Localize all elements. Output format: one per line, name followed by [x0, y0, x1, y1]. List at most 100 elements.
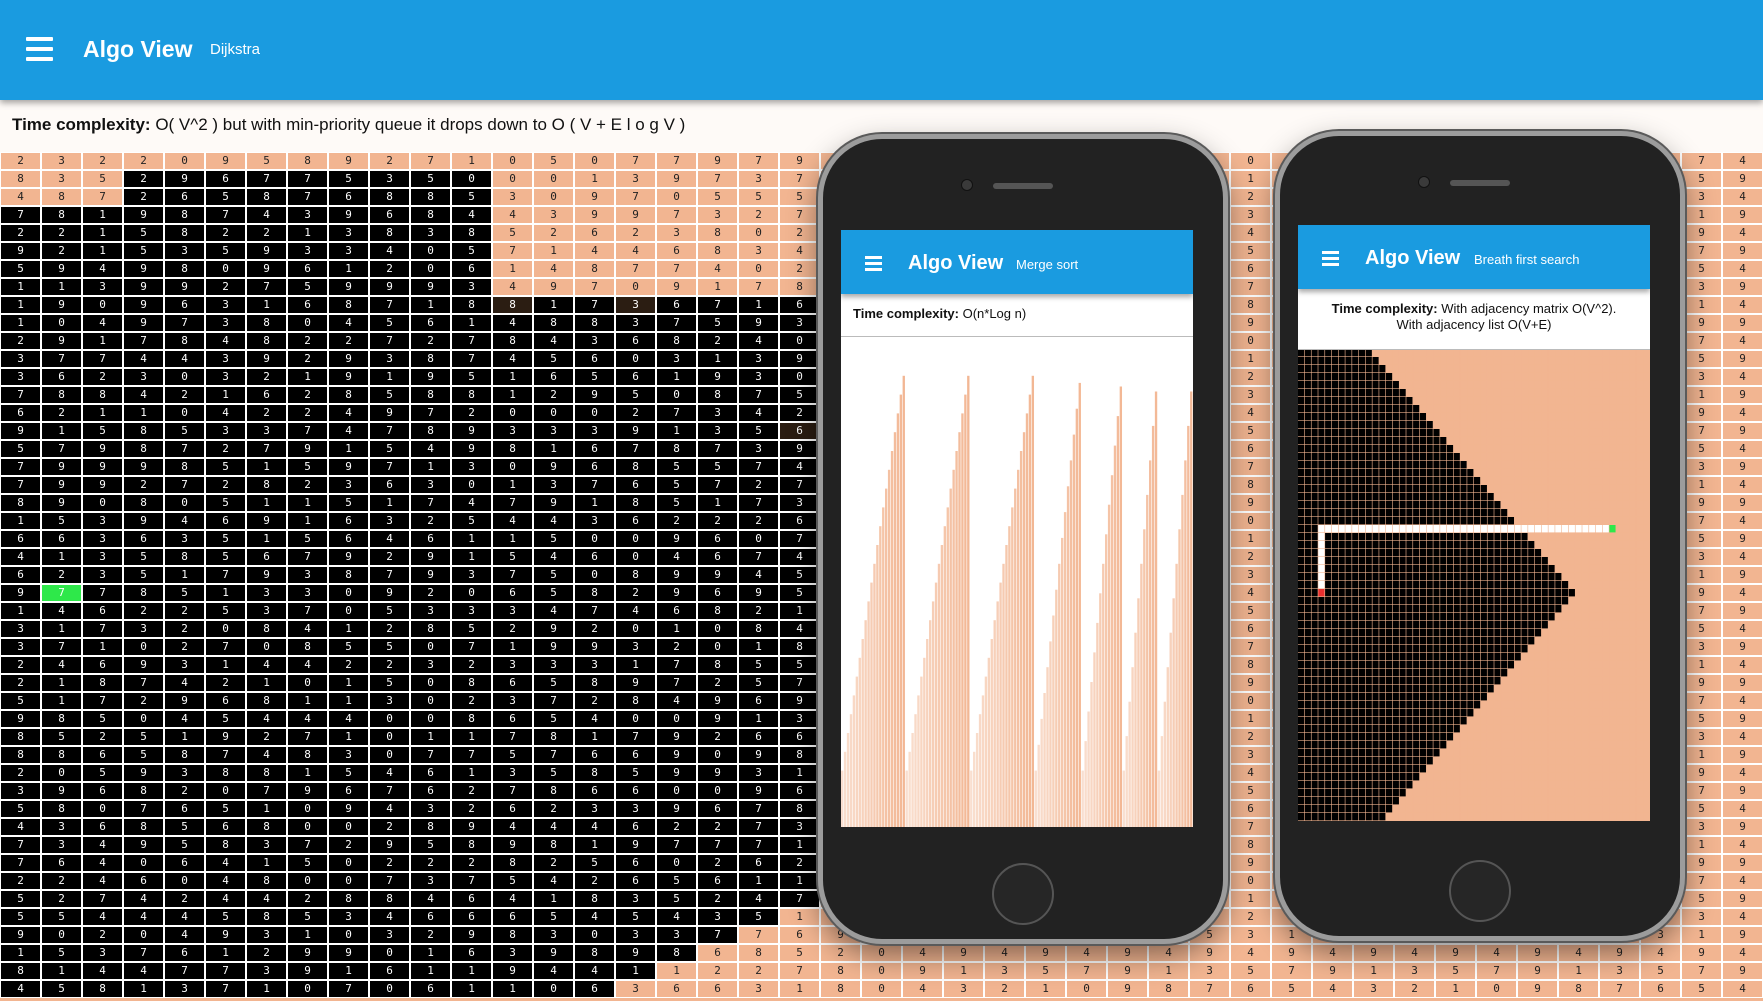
bfs-cell[interactable] [1555, 485, 1562, 493]
bfs-cell[interactable] [1643, 557, 1650, 565]
bfs-cell[interactable] [1318, 469, 1325, 477]
bfs-cell[interactable] [1298, 685, 1305, 693]
bfs-cell[interactable] [1298, 557, 1305, 565]
bfs-cell[interactable] [1399, 397, 1406, 405]
grid-cell[interactable]: 3 [738, 980, 779, 998]
bfs-cell[interactable] [1568, 365, 1575, 373]
bfs-cell[interactable] [1426, 437, 1433, 445]
grid-cell[interactable]: 8 [0, 170, 41, 188]
bfs-cell[interactable] [1534, 525, 1542, 533]
grid-cell[interactable]: 0 [410, 674, 451, 692]
bfs-cell[interactable] [1304, 717, 1311, 725]
bfs-cell[interactable] [1446, 437, 1454, 445]
bfs-cell[interactable] [1595, 701, 1603, 709]
bfs-cell[interactable] [1419, 637, 1427, 645]
bfs-cell[interactable] [1372, 517, 1379, 525]
bfs-cell[interactable] [1406, 509, 1413, 517]
bfs-cell[interactable] [1616, 373, 1623, 381]
bfs-cell[interactable] [1345, 461, 1352, 469]
bfs-cell[interactable] [1575, 373, 1582, 381]
grid-cell[interactable]: 7 [0, 854, 41, 872]
grid-cell[interactable]: 0 [123, 710, 164, 728]
grid-cell[interactable]: 4 [492, 890, 533, 908]
bfs-cell[interactable] [1392, 461, 1399, 469]
bfs-cell[interactable] [1419, 677, 1427, 685]
bfs-cell[interactable] [1582, 573, 1589, 581]
bfs-cell[interactable] [1372, 733, 1379, 741]
bfs-cell[interactable] [1331, 501, 1339, 509]
bfs-cell[interactable] [1589, 549, 1596, 557]
grid-cell[interactable]: 1 [1230, 170, 1271, 188]
bfs-cell[interactable] [1622, 605, 1630, 613]
bfs-cell[interactable] [1474, 349, 1481, 357]
bfs-cell[interactable] [1609, 581, 1616, 589]
bfs-cell[interactable] [1365, 517, 1372, 525]
bfs-cell[interactable] [1365, 557, 1372, 565]
bfs-cell[interactable] [1365, 501, 1372, 509]
bfs-cell[interactable] [1568, 605, 1575, 613]
bfs-cell[interactable] [1379, 709, 1386, 717]
bfs-cell[interactable] [1629, 749, 1636, 757]
bfs-cell[interactable] [1555, 365, 1562, 373]
bfs-cell[interactable] [1534, 621, 1542, 629]
bfs-cell[interactable] [1426, 725, 1433, 733]
bfs-cell[interactable] [1311, 637, 1318, 645]
bfs-cell[interactable] [1494, 397, 1501, 405]
grid-cell[interactable]: 2 [410, 512, 451, 530]
grid-cell[interactable]: 9 [328, 368, 369, 386]
grid-cell[interactable]: 8 [574, 674, 615, 692]
bfs-cell[interactable] [1528, 701, 1535, 709]
grid-cell[interactable]: 5 [574, 854, 615, 872]
grid-cell[interactable]: 1 [246, 458, 287, 476]
grid-cell[interactable]: 4 [164, 674, 205, 692]
bfs-cell[interactable] [1331, 461, 1339, 469]
bfs-cell[interactable] [1338, 653, 1345, 661]
grid-cell[interactable]: 9 [1189, 944, 1230, 962]
bfs-cell[interactable] [1501, 709, 1508, 717]
bfs-cell[interactable] [1318, 701, 1325, 709]
grid-cell[interactable]: 2 [0, 764, 41, 782]
bfs-cell[interactable] [1636, 421, 1643, 429]
bfs-cell[interactable] [1426, 629, 1433, 637]
grid-cell[interactable]: 2 [615, 404, 656, 422]
bfs-cell[interactable] [1548, 605, 1555, 613]
grid-cell[interactable]: 8 [492, 296, 533, 314]
grid-cell[interactable]: 3 [738, 368, 779, 386]
bfs-cell[interactable] [1426, 749, 1433, 757]
bfs-cell[interactable] [1325, 533, 1332, 541]
bfs-cell[interactable] [1521, 517, 1528, 525]
grid-cell[interactable]: 1 [738, 638, 779, 656]
bfs-cell[interactable] [1636, 645, 1643, 653]
grid-cell[interactable]: 5 [82, 764, 123, 782]
bfs-cell[interactable] [1528, 581, 1535, 589]
bfs-cell[interactable] [1298, 421, 1305, 429]
bfs-cell[interactable] [1494, 453, 1501, 461]
bfs-cell[interactable] [1609, 501, 1616, 509]
bfs-cell[interactable] [1528, 469, 1535, 477]
bfs-cell[interactable] [1358, 709, 1366, 717]
grid-cell[interactable]: 4 [574, 710, 615, 728]
bfs-cell[interactable] [1609, 461, 1616, 469]
grid-cell[interactable]: 8 [328, 296, 369, 314]
bfs-cell[interactable] [1636, 573, 1643, 581]
bfs-cell[interactable] [1446, 469, 1454, 477]
bfs-cell[interactable] [1298, 437, 1305, 445]
bfs-cell[interactable] [1602, 437, 1609, 445]
bfs-cell[interactable] [1331, 749, 1339, 757]
bfs-cell[interactable] [1419, 365, 1427, 373]
bfs-cell[interactable] [1467, 533, 1474, 541]
bfs-cell[interactable] [1304, 589, 1311, 597]
grid-cell[interactable]: 0 [328, 602, 369, 620]
bfs-cell[interactable] [1331, 677, 1339, 685]
grid-cell[interactable]: 6 [246, 386, 287, 404]
bfs-cell[interactable] [1453, 557, 1460, 565]
bfs-cell[interactable] [1541, 605, 1548, 613]
bfs-cell[interactable] [1507, 445, 1515, 453]
bfs-cell[interactable] [1595, 357, 1603, 365]
bfs-cell[interactable] [1406, 765, 1413, 773]
bfs-cell[interactable] [1595, 589, 1603, 597]
grid-cell[interactable]: 2 [369, 620, 410, 638]
grid-cell[interactable]: 5 [164, 836, 205, 854]
bfs-cell[interactable] [1595, 557, 1603, 565]
grid-cell[interactable]: 4 [1230, 224, 1271, 242]
